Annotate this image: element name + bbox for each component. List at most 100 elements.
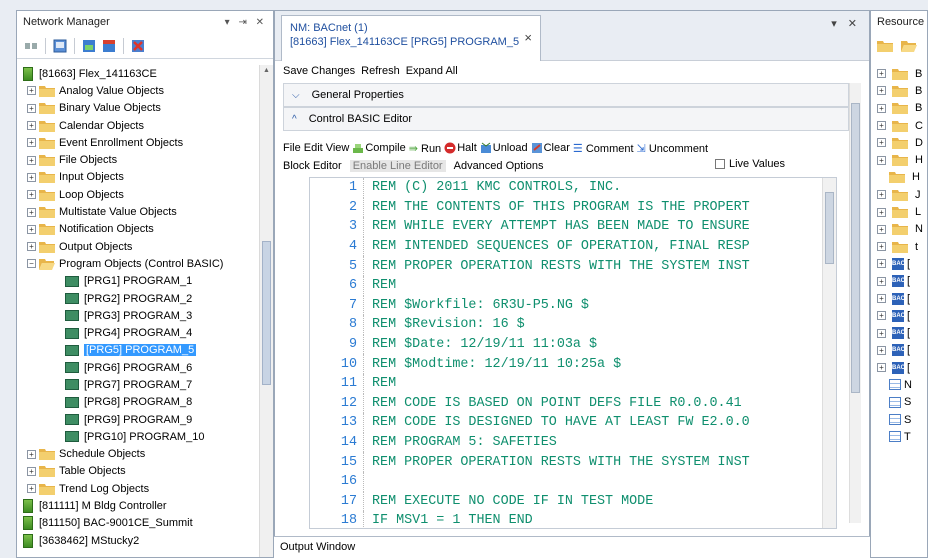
tree-node-program[interactable]: [PRG4] PROGRAM_4 [17,324,259,341]
resource-item[interactable]: S [871,394,927,411]
expand-icon[interactable]: + [27,224,36,234]
code-line[interactable]: 11 REM [310,373,836,394]
code-line[interactable]: 6 REM [310,275,836,296]
resource-item[interactable]: + D [871,134,927,151]
tree-node-folder[interactable]: + Table Objects [17,463,259,480]
network-icon[interactable] [101,38,117,54]
resource-item[interactable]: + BAC[ [871,359,927,376]
output-window[interactable]: Output Window [274,536,870,558]
expand-icon[interactable]: + [877,86,886,96]
expand-icon[interactable]: + [877,69,886,79]
block-editor-tab[interactable]: Block Editor [283,160,342,172]
tree-node-program[interactable]: [PRG3] PROGRAM_3 [17,307,259,324]
resource-item[interactable]: + H [871,151,927,168]
code-line[interactable]: 8 REM $Revision: 16 $ [310,315,836,335]
tree-node-folder[interactable]: + Notification Objects [17,221,259,238]
control-basic-editor-header[interactable]: ^ Control BASIC Editor [283,107,849,131]
view-menu[interactable]: View [326,142,350,154]
code-line[interactable]: 16 [310,471,836,492]
code-line[interactable]: 10 REM $Modtime: 12/19/11 10:25a $ [310,354,836,374]
expand-icon[interactable]: + [27,242,36,252]
expand-icon[interactable]: + [877,121,886,131]
refresh-button[interactable]: Refresh [361,65,400,77]
tree-node-program[interactable]: [PRG8] PROGRAM_8 [17,394,259,411]
expand-icon[interactable]: + [27,138,36,148]
tree-node-folder[interactable]: + Binary Value Objects [17,100,259,117]
code-editor[interactable]: 1 REM (C) 2011 KMC CONTROLS, INC. 2 REM TH… [309,177,837,529]
expand-icon[interactable]: + [877,345,886,355]
expand-icon[interactable]: + [877,294,886,303]
discover-icon[interactable] [52,38,68,54]
code-line[interactable]: 1 REM (C) 2011 KMC CONTROLS, INC. [310,178,836,198]
resource-item[interactable]: + BAC[ [871,307,927,324]
code-line[interactable]: 4 REM INTENDED SEQUENCES OF OPERATION, FI… [310,236,836,257]
tree-node-device[interactable]: [81663] Flex_141163CE [17,65,259,82]
tree-node-folder[interactable]: + Multistate Value Objects [17,203,259,220]
tree-node-program[interactable]: [PRG2] PROGRAM_2 [17,290,259,307]
expand-icon[interactable]: + [27,172,36,182]
tree-scrollbar[interactable]: ▲ [259,65,273,557]
tree-node-folder[interactable]: + File Objects [17,151,259,168]
expand-icon[interactable]: + [877,103,886,113]
code-line[interactable]: 12 REM CODE IS BASED ON POINT DEFS FILE R… [310,393,836,414]
tree-node-folder[interactable]: + Loop Objects [17,186,259,203]
collapse-icon[interactable]: − [27,259,36,269]
expand-icon[interactable]: + [877,311,886,321]
expand-icon[interactable]: + [877,190,886,200]
tree-node-folder[interactable]: + Trend Log Objects [17,480,259,497]
code-scroll-thumb[interactable] [825,192,834,264]
expand-icon[interactable]: + [27,103,36,113]
code-line[interactable]: 2 REM THE CONTENTS OF THIS PROGRAM IS THE… [310,197,836,218]
expand-icon[interactable]: + [27,449,36,459]
tree-node-program[interactable]: [PRG1] PROGRAM_1 [17,273,259,290]
code-line[interactable]: 17 REM EXECUTE NO CODE IF IN TEST MODE [310,491,836,512]
resource-item[interactable]: + L [871,203,927,220]
tree-node-device[interactable]: [811150] BAC-9001CE_Summit [17,515,259,532]
advanced-options-tab[interactable]: Advanced Options [454,160,544,172]
tree-node-program[interactable]: [PRG9] PROGRAM_9 [17,411,259,428]
tree-node-folder-open[interactable]: − Program Objects (Control BASIC) [17,255,259,272]
tree-node-folder[interactable]: + Analog Value Objects [17,82,259,99]
code-scrollbar[interactable] [822,178,836,528]
expand-icon[interactable]: + [27,484,36,494]
document-scroll-thumb[interactable] [851,103,860,393]
expand-icon[interactable]: + [877,328,886,338]
tree-node-folder[interactable]: + Input Objects [17,169,259,186]
unload-button[interactable]: Unload [480,142,528,154]
general-properties-header[interactable]: ⌵ General Properties [283,83,849,107]
resource-item[interactable]: + t [871,238,927,255]
folder-icon[interactable] [877,40,893,52]
resource-item[interactable]: + C [871,117,927,134]
tree-node-program-selected[interactable]: [PRG5] PROGRAM_5 [17,342,259,359]
code-line[interactable]: 3 REM WHILE EVERY ATTEMPT HAS BEEN MADE T… [310,217,836,237]
resource-item[interactable]: + B [871,65,927,82]
expand-icon[interactable]: + [877,207,886,217]
panel-window-controls[interactable]: ▾ ⇥ ✕ [225,17,267,28]
code-line[interactable]: 13 REM CODE IS DESIGNED TO HAVE AT LEAST … [310,413,836,433]
tree-node-folder[interactable]: + Calendar Objects [17,117,259,134]
connect-icon[interactable] [23,38,39,54]
tree-node-device[interactable]: [811111] M Bldg Controller [17,497,259,514]
expand-icon[interactable]: + [877,242,886,252]
run-button[interactable]: ⇛ Run [409,142,441,155]
tab-program-5[interactable]: NM: BACnet (1) [81663] Flex_141163CE [PR… [281,15,541,61]
expand-icon[interactable]: + [27,466,36,476]
delete-icon[interactable] [130,38,146,54]
halt-button[interactable]: Halt [444,142,477,154]
compile-button[interactable]: Compile [352,142,406,154]
expand-icon[interactable]: + [877,259,886,269]
live-values-toggle[interactable]: Live Values [715,158,785,170]
code-line[interactable]: 14 REM PROGRAM 5: SAFETIES [310,432,836,453]
expand-icon[interactable]: + [27,155,36,165]
expand-icon[interactable]: + [27,207,36,217]
tree-node-program[interactable]: [PRG7] PROGRAM_7 [17,376,259,393]
resource-item[interactable]: + B [871,82,927,99]
scroll-up-icon[interactable]: ▲ [263,67,270,74]
live-values-checkbox[interactable] [715,159,725,169]
tree-node-folder[interactable]: + Event Enrollment Objects [17,134,259,151]
expand-icon[interactable]: + [27,190,36,200]
expand-all-button[interactable]: Expand All [406,65,458,77]
tree-node-program[interactable]: [PRG6] PROGRAM_6 [17,359,259,376]
clear-button[interactable]: Clear [531,142,570,154]
file-menu[interactable]: File [283,142,301,154]
